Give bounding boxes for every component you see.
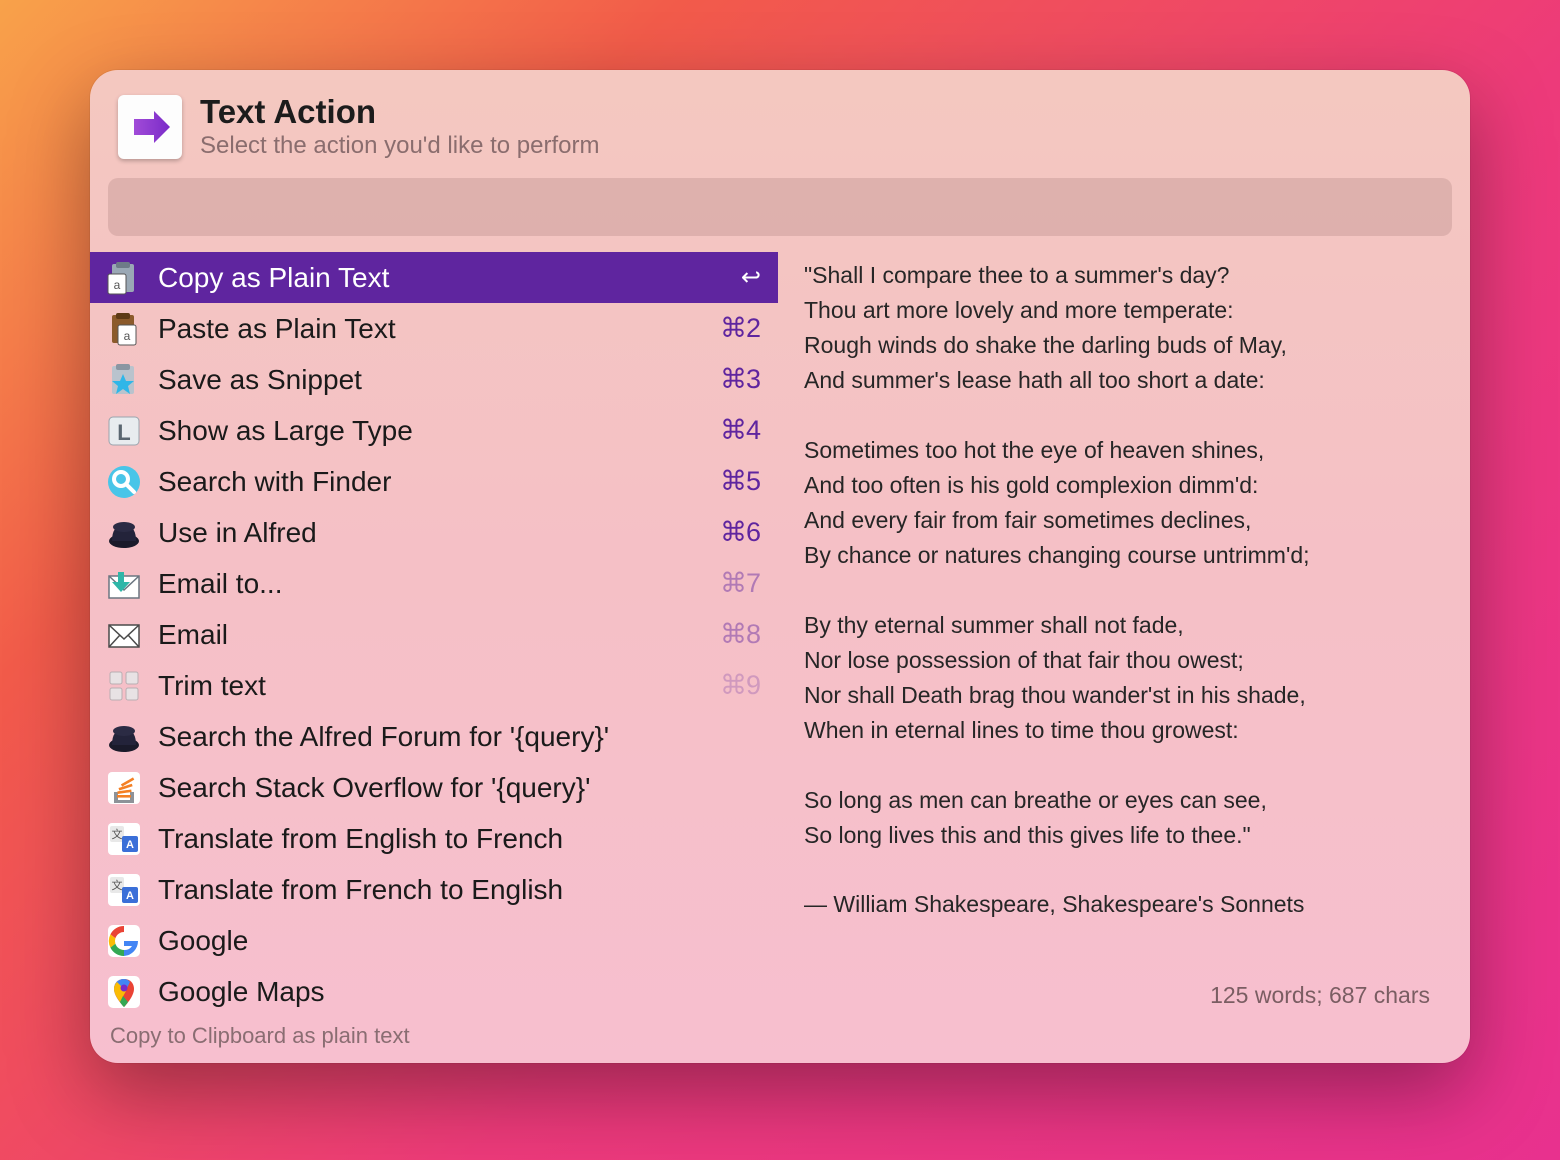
google-maps-icon	[104, 972, 144, 1012]
action-label: Trim text	[158, 670, 710, 702]
action-label: Translate from French to English	[158, 874, 760, 906]
preview-stats: 125 words; 687 chars	[804, 962, 1430, 1017]
action-item[interactable]: Email ⌘8	[90, 609, 778, 660]
action-label: Show as Large Type	[158, 415, 710, 447]
email-icon	[104, 615, 144, 655]
action-item[interactable]: Google Maps	[90, 966, 778, 1017]
action-shortcut: ⌘2	[720, 313, 760, 344]
stackoverflow-icon	[104, 768, 144, 808]
search-container	[90, 178, 1470, 236]
preview-text: "Shall I compare thee to a summer's day?…	[804, 258, 1430, 922]
action-item[interactable]: Search the Alfred Forum for '{query}'	[90, 711, 778, 762]
action-label: Search the Alfred Forum for '{query}'	[158, 721, 760, 753]
action-label: Google Maps	[158, 976, 760, 1008]
action-item[interactable]: Translate from English to French	[90, 813, 778, 864]
action-label: Copy as Plain Text	[158, 262, 731, 294]
action-shortcut: ⌘7	[720, 568, 760, 599]
action-shortcut: ⌘3	[720, 364, 760, 395]
action-label: Search with Finder	[158, 466, 710, 498]
action-shortcut: ⌘5	[720, 466, 760, 497]
action-item[interactable]: Email to... ⌘7	[90, 558, 778, 609]
large-type-icon	[104, 411, 144, 451]
action-shortcut: ⌘8	[720, 619, 760, 650]
action-label: Email	[158, 619, 710, 651]
panel-title: Text Action	[200, 94, 599, 130]
action-item[interactable]: Trim text ⌘9	[90, 660, 778, 711]
action-label: Google	[158, 925, 760, 957]
action-shortcut: ⌘9	[720, 670, 760, 701]
text-action-panel: Text Action Select the action you'd like…	[90, 70, 1470, 1063]
footer-hint: Copy to Clipboard as plain text	[90, 1017, 1470, 1049]
action-label: Paste as Plain Text	[158, 313, 710, 345]
clipboard-paste-icon	[104, 309, 144, 349]
action-label: Email to...	[158, 568, 710, 600]
action-shortcut: ⌘6	[720, 517, 760, 548]
action-item[interactable]: Translate from French to English	[90, 864, 778, 915]
action-item[interactable]: Search with Finder ⌘5	[90, 456, 778, 507]
action-item[interactable]: Save as Snippet ⌘3	[90, 354, 778, 405]
action-list: Copy as Plain Text ↩ Paste as Plain Text ⌘2…	[90, 252, 778, 1017]
action-label: Search Stack Overflow for '{query}'	[158, 772, 760, 804]
action-arrow-icon	[118, 95, 182, 159]
email-to-icon	[104, 564, 144, 604]
translate-icon	[104, 870, 144, 910]
action-label: Translate from English to French	[158, 823, 760, 855]
google-icon	[104, 921, 144, 961]
action-label: Save as Snippet	[158, 364, 710, 396]
action-item[interactable]: Copy as Plain Text ↩	[90, 252, 778, 303]
action-shortcut: ↩	[741, 263, 760, 292]
clipboard-copy-icon	[104, 258, 144, 298]
trim-icon	[104, 666, 144, 706]
action-shortcut: ⌘4	[720, 415, 760, 446]
panel-subtitle: Select the action you'd like to perform	[200, 132, 599, 160]
snippet-icon	[104, 360, 144, 400]
panel-header: Text Action Select the action you'd like…	[90, 92, 1470, 174]
action-item[interactable]: Search Stack Overflow for '{query}'	[90, 762, 778, 813]
action-label: Use in Alfred	[158, 517, 710, 549]
action-item[interactable]: Use in Alfred ⌘6	[90, 507, 778, 558]
action-item[interactable]: Google	[90, 915, 778, 966]
translate-icon	[104, 819, 144, 859]
action-item[interactable]: Show as Large Type ⌘4	[90, 405, 778, 456]
finder-search-icon	[104, 462, 144, 502]
preview-pane: "Shall I compare thee to a summer's day?…	[778, 252, 1470, 1017]
search-input[interactable]	[108, 178, 1452, 236]
alfred-icon	[104, 513, 144, 553]
alfred-icon	[104, 717, 144, 757]
action-item[interactable]: Paste as Plain Text ⌘2	[90, 303, 778, 354]
